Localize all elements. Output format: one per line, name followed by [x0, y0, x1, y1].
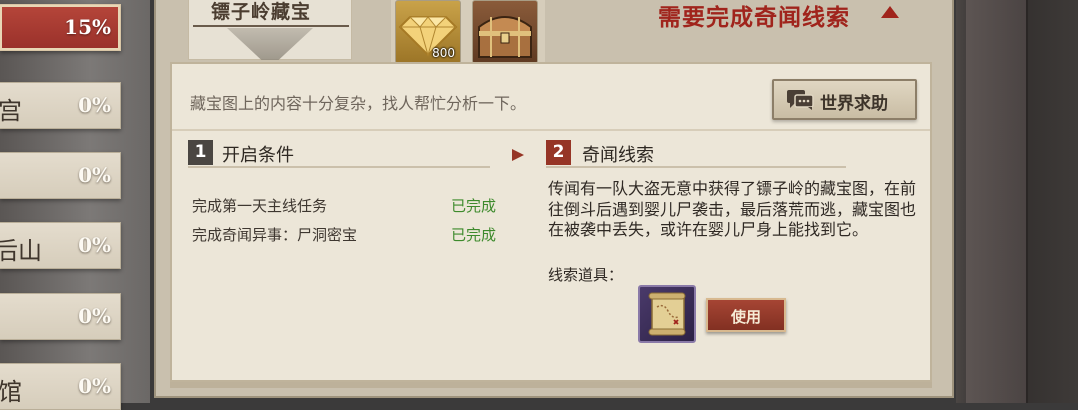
hint-text: 藏宝图上的内容十分复杂，找人帮忙分析一下。 — [190, 94, 527, 113]
clue-item-slot[interactable] — [638, 285, 696, 343]
world-help-button[interactable]: 世界求助 — [772, 79, 917, 120]
progress-item-5[interactable]: 0% — [0, 293, 121, 340]
progress-item-name: 宫 — [0, 97, 22, 125]
progress-item-name: 馆 — [0, 378, 22, 406]
condition-status: 已完成 — [451, 226, 497, 244]
divider — [172, 129, 930, 131]
clues-title: 奇闻线索 — [582, 145, 654, 166]
conditions-title: 开启条件 — [222, 145, 294, 166]
title-tab: 镖子岭藏宝 — [188, 0, 352, 60]
reward-diamond[interactable]: 800 — [395, 0, 461, 64]
reward-count: 800 — [432, 46, 455, 60]
treasure-chest-icon — [478, 16, 532, 58]
progress-item-1[interactable]: 15% — [0, 4, 121, 51]
quest-title: 镖子岭藏宝 — [211, 1, 312, 23]
title-underline — [193, 25, 349, 27]
progress-item-percent: 0% — [78, 93, 111, 117]
clue-item-label: 线索道具： — [548, 266, 624, 284]
progress-item-2[interactable]: 宫 0% — [0, 82, 121, 129]
conditions-number: 1 — [188, 140, 213, 165]
progress-item-name: 后山 — [0, 237, 42, 265]
reward-chest[interactable] — [472, 0, 538, 64]
clues-underline — [546, 166, 846, 168]
collapse-arrow-icon[interactable] — [880, 4, 900, 20]
progress-item-percent: 0% — [78, 374, 111, 398]
chat-bubble-icon — [787, 90, 814, 110]
progress-sidebar — [0, 0, 150, 403]
condition-status: 已完成 — [451, 197, 497, 215]
use-button[interactable]: 使用 — [706, 298, 786, 332]
progress-item-percent: 0% — [78, 304, 111, 328]
world-help-label: 世界求助 — [820, 94, 888, 114]
condition-text: 完成奇闻异事：尸洞密宝 — [192, 226, 358, 244]
clues-number: 2 — [546, 140, 571, 165]
use-button-label: 使用 — [730, 308, 761, 326]
progress-item-percent: 0% — [78, 163, 111, 187]
requirement-text: 需要完成奇闻线索 — [658, 4, 850, 31]
conditions-underline — [188, 166, 490, 168]
progress-item-percent: 0% — [78, 233, 111, 257]
book-edge — [956, 0, 1078, 403]
progress-item-percent: 15% — [64, 15, 111, 39]
clue-description: 传闻有一队大盗无意中获得了镖子岭的藏宝图，在前往倒斗后遇到婴儿尸袭击，最后落荒而… — [548, 179, 917, 239]
condition-text: 完成第一天主线任务 — [192, 197, 328, 215]
progress-item-3[interactable]: 0% — [0, 152, 121, 199]
progress-item-4[interactable]: 后山 0% — [0, 222, 121, 269]
emblem-icon — [227, 28, 313, 60]
card-base — [170, 382, 932, 388]
treasure-map-scroll-icon — [648, 292, 686, 336]
next-step-arrow-icon — [512, 149, 524, 161]
